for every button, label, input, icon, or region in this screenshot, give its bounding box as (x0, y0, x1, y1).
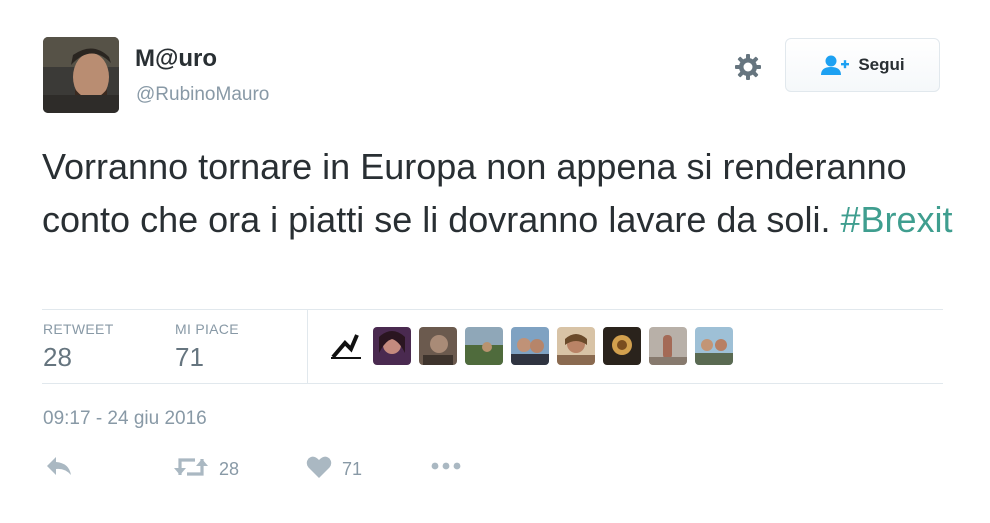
reply-button[interactable] (45, 455, 73, 482)
follow-button[interactable]: Segui (785, 38, 940, 92)
tweet-text: Vorranno tornare in Europa non appena si… (42, 140, 962, 246)
likes-label: MI PIACE (175, 321, 239, 337)
retweets-count[interactable]: 28 (43, 342, 72, 373)
heart-icon (306, 455, 332, 484)
tweet-body: Vorranno tornare in Europa non appena si… (42, 146, 907, 240)
retweets-label: RETWEET (43, 321, 114, 337)
retweet-button[interactable]: 28 (173, 455, 239, 484)
liker-avatar[interactable] (465, 327, 503, 365)
retweet-count: 28 (219, 459, 240, 479)
follow-user-icon (820, 54, 850, 76)
hashtag-link[interactable]: #Brexit (840, 199, 952, 240)
gear-icon[interactable] (732, 51, 764, 83)
liker-avatar[interactable] (419, 327, 457, 365)
user-avatar[interactable] (43, 37, 119, 113)
liker-avatar[interactable] (327, 327, 365, 365)
divider (42, 309, 943, 310)
divider (42, 383, 943, 384)
user-handle[interactable]: @RubinoMauro (136, 84, 269, 106)
liker-avatar[interactable] (649, 327, 687, 365)
liker-avatar[interactable] (373, 327, 411, 365)
tweet-timestamp[interactable]: 09:17 - 24 giu 2016 (43, 408, 207, 430)
like-button[interactable]: 71 (306, 455, 362, 484)
like-count: 71 (342, 459, 363, 479)
stats-separator (307, 310, 308, 383)
liker-avatar[interactable] (695, 327, 733, 365)
liker-avatar[interactable] (511, 327, 549, 365)
follow-button-label: Segui (858, 55, 905, 74)
more-button[interactable] (430, 455, 462, 482)
retweet-icon (173, 455, 209, 484)
liker-avatar[interactable] (557, 327, 595, 365)
likes-count[interactable]: 71 (175, 342, 204, 373)
liker-avatar[interactable] (603, 327, 641, 365)
user-name[interactable]: M@uro (135, 45, 217, 73)
more-icon (430, 455, 462, 482)
likers-avatars (327, 327, 741, 365)
reply-icon (45, 455, 73, 482)
